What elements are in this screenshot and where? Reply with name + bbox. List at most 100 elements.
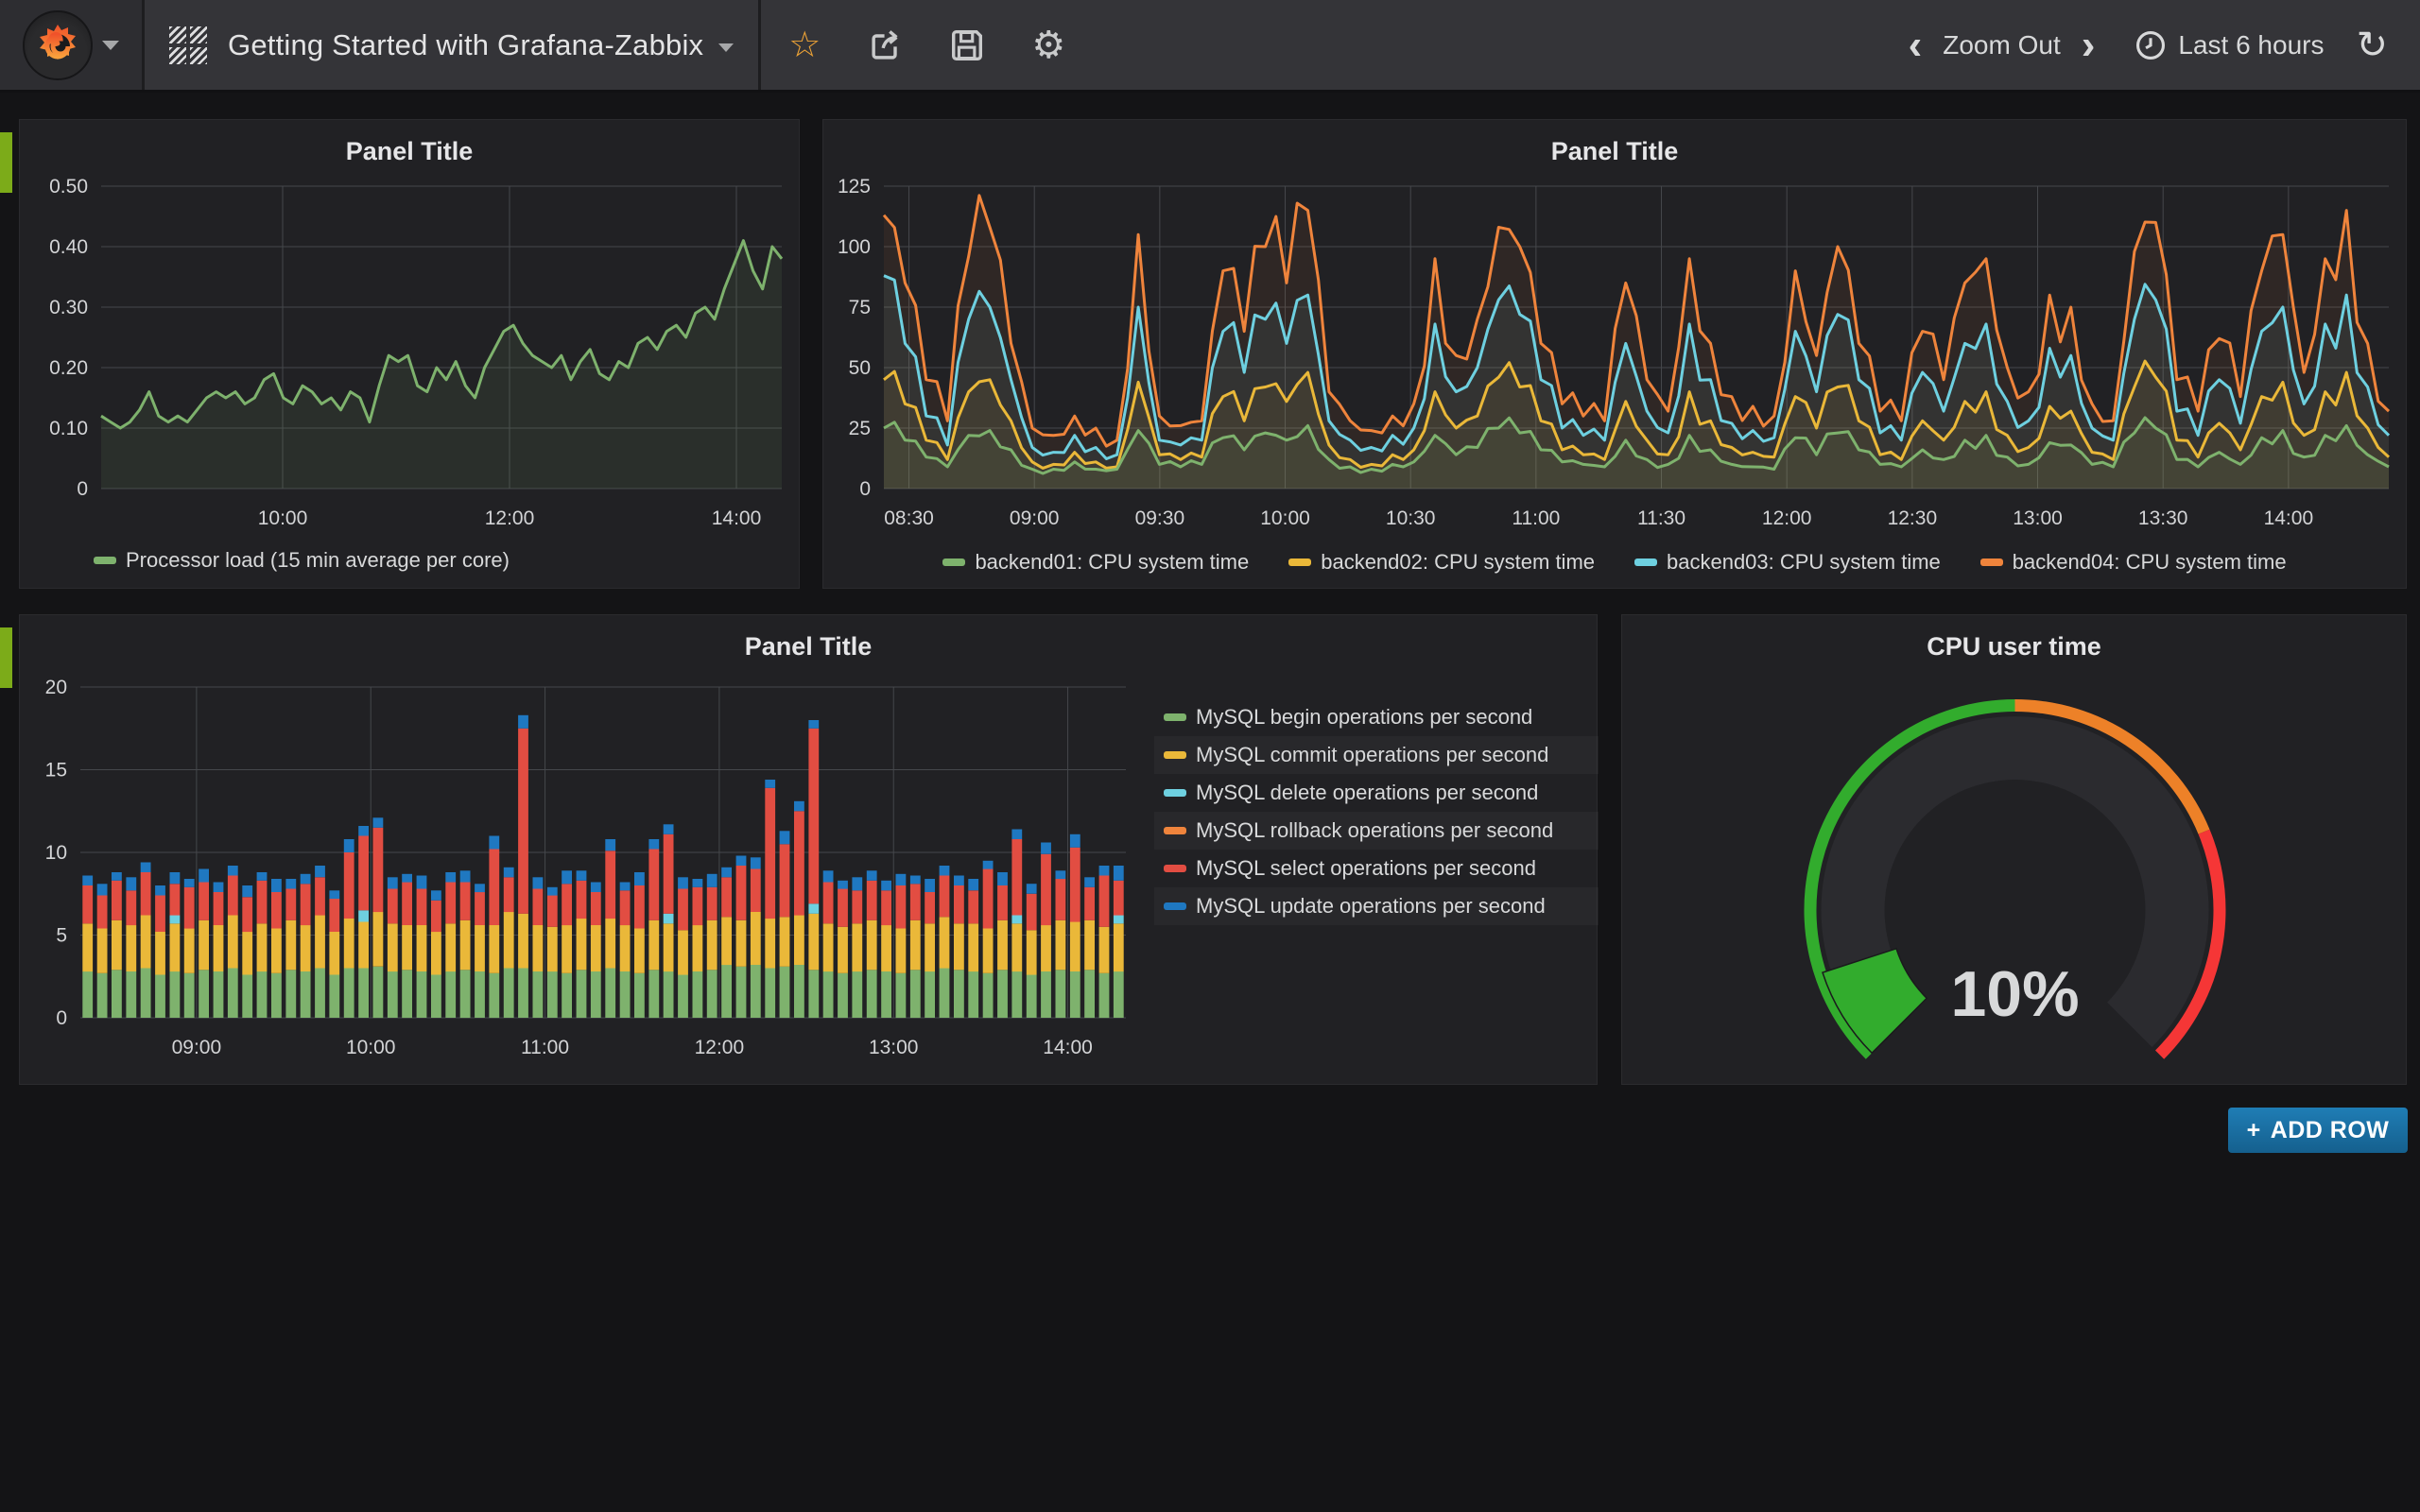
legend-item[interactable]: backend03: CPU system time (1634, 550, 1941, 575)
save-button[interactable] (933, 0, 1001, 92)
svg-text:75: 75 (849, 297, 871, 318)
panel-title[interactable]: Panel Title (20, 120, 799, 173)
svg-text:25: 25 (849, 418, 871, 439)
dashboard-title-dropdown[interactable]: Getting Started with Grafana-Zabbix (228, 28, 734, 62)
save-icon (948, 26, 986, 64)
legend-item[interactable]: backend01: CPU system time (942, 550, 1249, 575)
legend-color-dash (1288, 558, 1311, 566)
legend-item[interactable]: MySQL commit operations per second (1154, 736, 1599, 774)
legend-item[interactable]: MySQL update operations per second (1154, 887, 1599, 925)
svg-text:125: 125 (838, 176, 871, 198)
legend-item[interactable]: Processor load (15 min average per core) (94, 548, 510, 573)
line-chart-processor-load[interactable]: 10:0012:0014:0000.100.200.300.400.50 (20, 173, 801, 556)
svg-text:0.20: 0.20 (49, 357, 88, 379)
svg-text:50: 50 (849, 357, 871, 379)
svg-text:5: 5 (56, 925, 67, 947)
time-forward-button[interactable]: › (2068, 25, 2109, 66)
svg-text:09:30: 09:30 (1135, 507, 1185, 529)
svg-text:10:30: 10:30 (1386, 507, 1436, 529)
share-button[interactable] (852, 0, 920, 92)
chart-legend: backend01: CPU system time backend02: CPU… (823, 550, 2406, 575)
svg-text:15: 15 (45, 760, 67, 782)
panel-mysql-operations: Panel Title 09:0010:0011:0012:0013:0014:… (19, 614, 1598, 1085)
svg-text:14:00: 14:00 (712, 507, 762, 529)
legend-item[interactable]: MySQL select operations per second (1154, 850, 1599, 887)
legend-color-dash (94, 557, 116, 564)
legend-item[interactable]: backend02: CPU system time (1288, 550, 1595, 575)
row-toggle[interactable] (0, 627, 12, 688)
grafana-logo-button[interactable] (0, 0, 142, 90)
add-row-button[interactable]: + ADD ROW (2228, 1108, 2408, 1153)
time-range-picker[interactable]: Last 6 hours (2116, 29, 2342, 61)
svg-text:12:30: 12:30 (1888, 507, 1938, 529)
settings-button[interactable]: ⚙ (1014, 0, 1082, 92)
svg-text:09:00: 09:00 (172, 1037, 222, 1058)
navbar: Getting Started with Grafana-Zabbix ☆ ⚙ (0, 0, 2420, 93)
legend-color-dash (1634, 558, 1657, 566)
panel-cpu-user-time: CPU user time 10% (1621, 614, 2407, 1085)
line-chart-cpu-system-time[interactable]: 08:3009:0009:3010:0010:3011:0011:3012:00… (823, 173, 2408, 556)
logo-caret-icon (102, 41, 119, 50)
chevron-down-icon (718, 43, 734, 52)
legend-item[interactable]: backend04: CPU system time (1980, 550, 2287, 575)
legend-label: Processor load (15 min average per core) (126, 548, 510, 573)
row-toggle[interactable] (0, 132, 12, 193)
legend-label: MySQL rollback operations per second (1196, 818, 1553, 843)
svg-text:100: 100 (838, 236, 871, 258)
legend-item[interactable]: MySQL delete operations per second (1154, 774, 1599, 812)
svg-text:13:00: 13:00 (869, 1037, 919, 1058)
refresh-icon: ↻ (2356, 25, 2388, 66)
star-button[interactable]: ☆ (770, 0, 838, 92)
panel-title[interactable]: Panel Title (20, 615, 1597, 668)
svg-text:10:00: 10:00 (258, 507, 308, 529)
svg-text:10:00: 10:00 (346, 1037, 396, 1058)
chart-legend: Processor load (15 min average per core) (94, 548, 510, 573)
svg-text:13:30: 13:30 (2138, 507, 2188, 529)
gauge-cpu-user-time[interactable]: 10% (1622, 668, 2408, 1091)
bar-chart-mysql-operations[interactable]: 09:0010:0011:0012:0013:0014:0005101520 (20, 668, 1135, 1072)
svg-text:0: 0 (77, 478, 88, 500)
plus-icon: + (2247, 1117, 2261, 1144)
legend-color-dash (1164, 827, 1186, 834)
legend-label: backend04: CPU system time (2013, 550, 2287, 575)
legend-label: MySQL commit operations per second (1196, 743, 1548, 767)
chevron-right-icon: › (2082, 22, 2096, 68)
svg-text:10%: 10% (1950, 958, 2079, 1030)
legend-label: MySQL begin operations per second (1196, 705, 1532, 730)
refresh-button[interactable]: ↻ (2350, 24, 2394, 67)
legend-color-dash (1164, 751, 1186, 759)
legend-item[interactable]: MySQL rollback operations per second (1154, 812, 1599, 850)
svg-text:0: 0 (859, 478, 871, 500)
svg-text:11:30: 11:30 (1637, 507, 1685, 529)
star-icon: ☆ (788, 27, 821, 63)
legend-color-dash (1980, 558, 2003, 566)
legend-color-dash (1164, 713, 1186, 721)
svg-text:12:00: 12:00 (485, 507, 535, 529)
legend-color-dash (1164, 789, 1186, 797)
clock-icon (2135, 29, 2167, 61)
svg-text:0.40: 0.40 (49, 236, 88, 258)
panel-title[interactable]: Panel Title (823, 120, 2406, 173)
svg-text:08:30: 08:30 (884, 507, 934, 529)
add-row-label: ADD ROW (2271, 1117, 2390, 1144)
panel-title[interactable]: CPU user time (1622, 615, 2406, 668)
time-back-button[interactable]: ‹ (1895, 25, 1936, 66)
svg-text:14:00: 14:00 (1043, 1037, 1093, 1058)
zoom-out-button[interactable]: Zoom Out (1943, 30, 2060, 60)
svg-text:0.50: 0.50 (49, 176, 88, 198)
legend-label: backend02: CPU system time (1321, 550, 1595, 575)
legend-item[interactable]: MySQL begin operations per second (1154, 698, 1599, 736)
gear-icon: ⚙ (1031, 26, 1065, 64)
chevron-left-icon: ‹ (1909, 22, 1923, 68)
legend-color-dash (1164, 902, 1186, 910)
legend-label: backend03: CPU system time (1667, 550, 1941, 575)
svg-text:20: 20 (45, 677, 67, 698)
svg-text:11:00: 11:00 (1512, 507, 1560, 529)
dashboard-grid-icon (169, 26, 207, 64)
legend-label: MySQL delete operations per second (1196, 781, 1538, 805)
grafana-logo (23, 10, 93, 80)
legend-color-dash (942, 558, 965, 566)
svg-text:12:00: 12:00 (695, 1037, 745, 1058)
svg-text:0.30: 0.30 (49, 297, 88, 318)
chart-legend: MySQL begin operations per second MySQL c… (1154, 698, 1599, 925)
